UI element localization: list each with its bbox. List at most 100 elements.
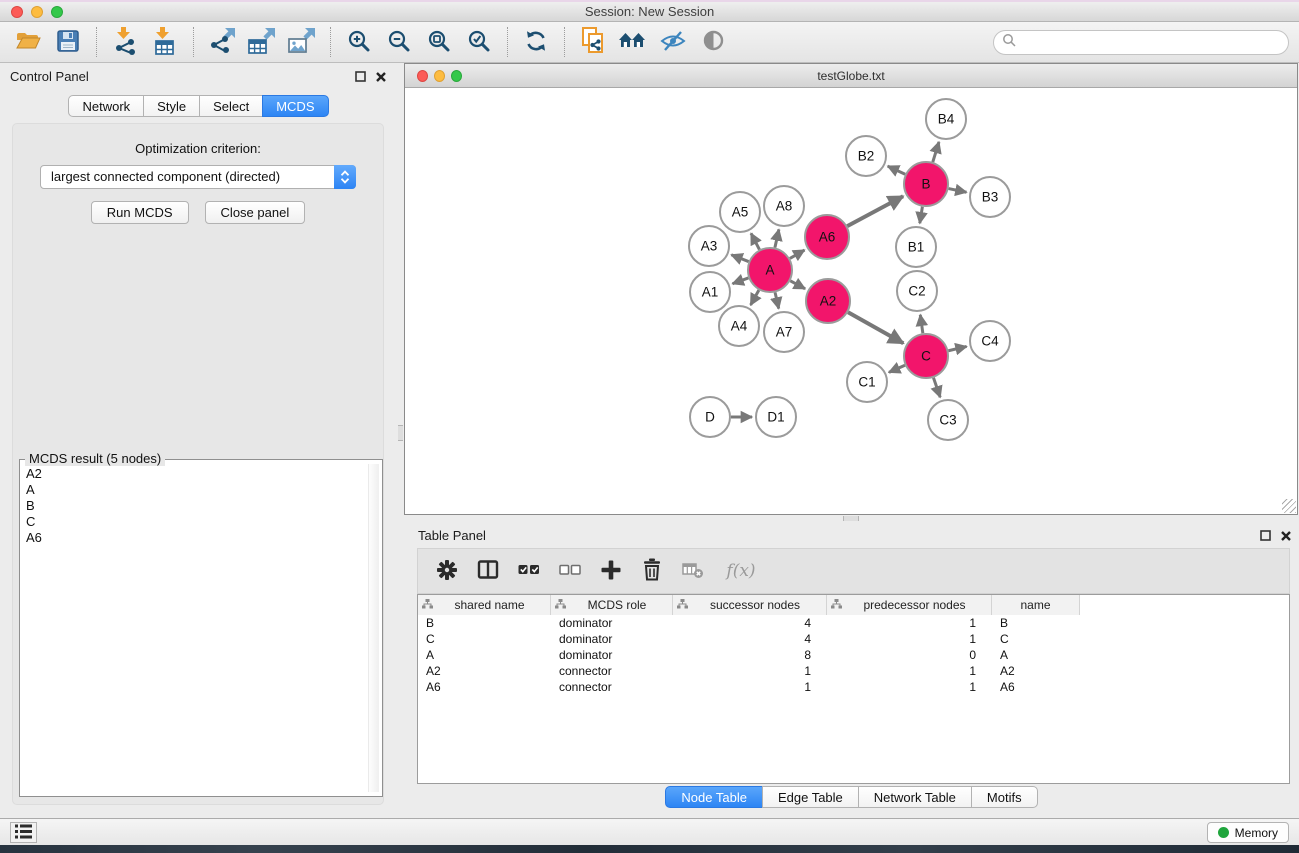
window-resize-grip[interactable] [1282, 499, 1296, 513]
graph-edge-C-C3[interactable] [933, 378, 940, 398]
refresh-button[interactable] [516, 25, 556, 59]
graph-edge-B-B3[interactable] [949, 189, 967, 193]
column-header-predecessor-nodes[interactable]: predecessor nodes [827, 595, 992, 615]
criterion-select[interactable]: largest connected component (directed) [40, 165, 356, 189]
node-table[interactable]: shared nameMCDS rolesuccessor nodesprede… [417, 594, 1290, 784]
tab-edge-table[interactable]: Edge Table [762, 786, 859, 808]
graph-edge-B-B1[interactable] [920, 207, 923, 224]
search-input[interactable] [1020, 33, 1288, 53]
graph-edge-C-C1[interactable] [889, 365, 905, 372]
network-window-titlebar[interactable]: testGlobe.txt [405, 64, 1297, 88]
copy-network-button[interactable] [573, 25, 613, 59]
import-network-button[interactable] [105, 25, 145, 59]
tab-node-table[interactable]: Node Table [665, 786, 763, 808]
graph-edge-A-A6[interactable] [790, 250, 805, 258]
zoom-in-button[interactable] [339, 25, 379, 59]
create-column-button[interactable] [598, 557, 624, 585]
table-cell[interactable]: 1 [827, 615, 992, 631]
table-cell[interactable]: B [418, 615, 551, 631]
import-table-button[interactable] [145, 25, 185, 59]
function-builder-button[interactable]: f(x) [721, 557, 761, 585]
zoom-window-button[interactable] [51, 6, 63, 18]
export-network-button[interactable] [202, 25, 242, 59]
tab-network-table[interactable]: Network Table [858, 786, 972, 808]
unselect-all-columns-button[interactable] [557, 557, 583, 585]
mcds-result-item[interactable]: B [26, 498, 366, 514]
table-cell[interactable]: 1 [827, 663, 992, 679]
search-field[interactable] [993, 30, 1289, 55]
table-cell[interactable]: A2 [418, 663, 551, 679]
table-cell[interactable]: C [418, 631, 551, 647]
table-row[interactable]: A6connector11A6 [418, 679, 1289, 695]
show-graphics-button[interactable] [693, 25, 733, 59]
zoom-selected-button[interactable] [459, 25, 499, 59]
tab-select[interactable]: Select [199, 95, 263, 117]
graph-edge-A-A4[interactable] [751, 290, 759, 305]
tab-mcds[interactable]: MCDS [262, 95, 328, 117]
table-cell[interactable]: dominator [551, 631, 673, 647]
graph-edge-B-B2[interactable] [888, 166, 905, 174]
network-zoom-button[interactable] [451, 70, 462, 82]
table-cell[interactable]: dominator [551, 615, 673, 631]
table-cell[interactable]: connector [551, 679, 673, 695]
graph-edge-A6-B[interactable] [847, 196, 903, 226]
first-neighbors-button[interactable] [613, 25, 653, 59]
table-cell[interactable]: A [418, 647, 551, 663]
vertical-splitter-handle[interactable] [398, 425, 403, 441]
table-cell[interactable]: dominator [551, 647, 673, 663]
close-panel-button-2[interactable]: Close panel [205, 201, 306, 224]
horizontal-splitter-handle[interactable] [843, 516, 859, 521]
delete-table-button[interactable] [680, 557, 706, 585]
hide-selected-button[interactable] [653, 25, 693, 59]
delete-column-button[interactable] [639, 557, 665, 585]
mcds-result-item[interactable]: A [26, 482, 366, 498]
table-cell[interactable]: A [992, 647, 1080, 663]
table-settings-button[interactable] [434, 557, 460, 585]
graph-edge-C-C2[interactable] [920, 315, 923, 333]
table-cell[interactable]: 4 [673, 615, 827, 631]
float-panel-button[interactable] [354, 70, 367, 83]
column-header-shared-name[interactable]: shared name [418, 595, 551, 615]
network-minimize-button[interactable] [434, 70, 445, 82]
table-cell[interactable]: 4 [673, 631, 827, 647]
close-window-button[interactable] [11, 6, 23, 18]
export-image-button[interactable] [282, 25, 322, 59]
minimize-window-button[interactable] [31, 6, 43, 18]
task-history-button[interactable] [10, 822, 37, 843]
table-cell[interactable]: A6 [992, 679, 1080, 695]
graph-edge-A-A5[interactable] [751, 233, 759, 249]
open-session-button[interactable] [8, 25, 48, 59]
graph-edge-C-C4[interactable] [948, 346, 966, 350]
table-row[interactable]: Cdominator41C [418, 631, 1289, 647]
table-cell[interactable]: A6 [418, 679, 551, 695]
table-row[interactable]: A2connector11A2 [418, 663, 1289, 679]
float-table-panel-button[interactable] [1259, 529, 1272, 542]
column-header-name[interactable]: name [992, 595, 1080, 615]
zoom-fit-button[interactable] [419, 25, 459, 59]
select-all-columns-button[interactable] [516, 557, 542, 585]
table-cell[interactable]: connector [551, 663, 673, 679]
graph-edge-A2-C[interactable] [848, 312, 903, 343]
mcds-result-item[interactable]: C [26, 514, 366, 530]
memory-button[interactable]: Memory [1207, 822, 1289, 843]
show-column-panel-button[interactable] [475, 557, 501, 585]
zoom-out-button[interactable] [379, 25, 419, 59]
graph-edge-A-A2[interactable] [790, 281, 805, 289]
table-cell[interactable]: 1 [827, 631, 992, 647]
network-close-button[interactable] [417, 70, 428, 82]
graph-edge-A-A7[interactable] [775, 292, 779, 308]
table-row[interactable]: Bdominator41B [418, 615, 1289, 631]
close-panel-button[interactable] [374, 70, 387, 83]
table-cell[interactable]: 8 [673, 647, 827, 663]
network-canvas[interactable]: B4B2BB3B1A5A8A6A3AA1A4A7A2C2C4CC1C3DD1 [405, 88, 1297, 514]
mcds-result-item[interactable]: A2 [26, 466, 366, 482]
table-cell[interactable]: A2 [992, 663, 1080, 679]
table-cell[interactable]: 1 [827, 679, 992, 695]
graph-edge-A-A3[interactable] [731, 255, 748, 262]
graph-edge-A-A8[interactable] [775, 229, 779, 247]
export-table-button[interactable] [242, 25, 282, 59]
table-cell[interactable]: B [992, 615, 1080, 631]
graph-edge-B-B4[interactable] [933, 142, 939, 162]
table-cell[interactable]: 0 [827, 647, 992, 663]
run-mcds-button[interactable]: Run MCDS [91, 201, 189, 224]
